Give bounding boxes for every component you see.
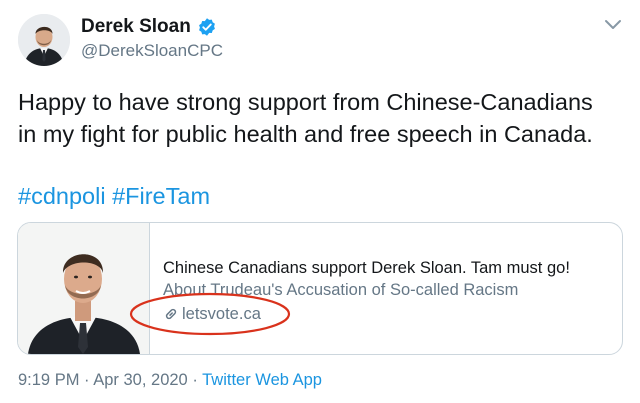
tweet-text-line: Happy to have strong support from Chines… — [18, 89, 593, 115]
tweet-date[interactable]: Apr 30, 2020 — [93, 371, 188, 389]
card-thumbnail-photo — [18, 223, 149, 354]
card-domain-text: letsvote.ca — [182, 304, 261, 323]
tweet-time[interactable]: 9:19 PM — [18, 371, 79, 389]
author-avatar[interactable] — [18, 14, 70, 66]
tweet-meta: 9:19 PM · Apr 30, 2020 · Twitter Web App — [18, 371, 322, 390]
verified-badge-icon — [198, 18, 215, 36]
meta-separator: · — [84, 371, 90, 389]
hashtag-line: #cdnpoli #FireTam — [18, 180, 210, 212]
tweet-text-line: in my fight for public health and free s… — [18, 121, 593, 147]
hashtag-firetam[interactable]: #FireTam — [112, 183, 210, 209]
link-preview-card[interactable]: Chinese Canadians support Derek Sloan. T… — [17, 222, 623, 355]
card-title: Chinese Canadians support Derek Sloan. T… — [163, 259, 570, 277]
hashtag-cdnpoli[interactable]: #cdnpoli — [18, 183, 106, 209]
author-name[interactable]: Derek Sloan — [81, 16, 217, 38]
chevron-down-icon[interactable] — [604, 19, 622, 31]
card-thumbnail — [18, 223, 150, 354]
card-domain: letsvote.ca — [163, 303, 261, 325]
meta-separator: · — [192, 371, 198, 389]
card-body: Chinese Canadians support Derek Sloan. T… — [163, 223, 614, 354]
author-name-text[interactable]: Derek Sloan — [81, 16, 191, 38]
card-description: About Trudeau's Accusation of So-called … — [163, 281, 519, 299]
tweet-text: Happy to have strong support from Chines… — [18, 86, 628, 150]
link-icon — [165, 308, 177, 320]
tweet-source-link[interactable]: Twitter Web App — [202, 371, 322, 389]
avatar-photo — [18, 14, 70, 66]
tweet: Derek Sloan @DerekSloanCPC Happy to have… — [0, 0, 640, 403]
author-handle[interactable]: @DerekSloanCPC — [81, 41, 223, 61]
